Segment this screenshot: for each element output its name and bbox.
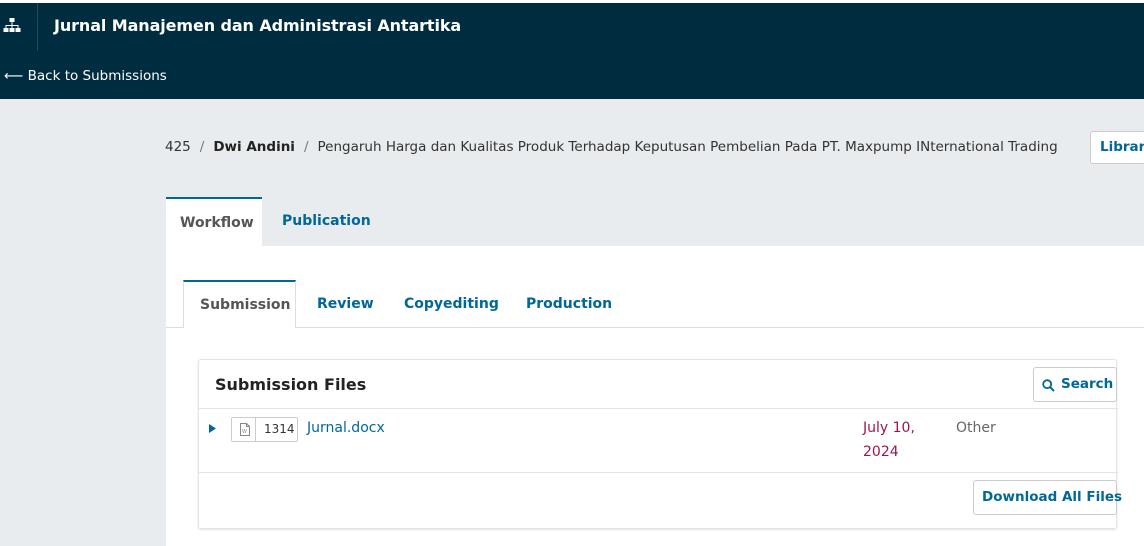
- header-divider: [199, 408, 1118, 409]
- file-id-badge: W 1314: [231, 417, 298, 442]
- caret-right-icon[interactable]: [209, 424, 216, 433]
- submission-author: Dwi Andini: [213, 139, 295, 155]
- svg-text:W: W: [242, 429, 247, 435]
- breadcrumb: 425 / Dwi Andini / Pengaruh Harga dan Kualit…: [165, 139, 1058, 155]
- file-date-line2: 2024: [863, 444, 899, 460]
- sitemap-icon: [3, 18, 21, 32]
- breadcrumb-separator: /: [303, 139, 309, 155]
- file-date-line1: July 10,: [863, 420, 915, 436]
- workflow-panel: Submission Review Copyediting Production…: [166, 246, 1144, 546]
- file-date: July 10, 2024: [863, 416, 923, 464]
- tab-workflow[interactable]: Workflow: [166, 197, 262, 247]
- footer-divider: [199, 472, 1118, 473]
- library-button[interactable]: Library: [1090, 131, 1144, 164]
- site-header: Jurnal Manajemen dan Administrasi Antart…: [0, 0, 1144, 99]
- subtab-copyediting[interactable]: Copyediting: [404, 296, 499, 312]
- submission-title: Pengaruh Harga dan Kualitas Produk Terha…: [317, 139, 1058, 155]
- search-button-label: Search: [1061, 376, 1114, 392]
- search-button[interactable]: Search: [1033, 367, 1117, 402]
- badge-divider: [255, 418, 256, 441]
- sub-tabs-divider: [166, 327, 1144, 328]
- file-type: Other: [956, 420, 996, 436]
- site-nav-toggle[interactable]: [0, 3, 38, 51]
- journal-title[interactable]: Jurnal Manajemen dan Administrasi Antart…: [54, 16, 461, 35]
- subtab-production[interactable]: Production: [526, 296, 612, 312]
- submission-files-panel: Submission Files Search W 1314 Jurnal.do…: [198, 359, 1122, 529]
- breadcrumb-separator: /: [199, 139, 205, 155]
- subtab-review[interactable]: Review: [317, 296, 374, 312]
- subtab-submission[interactable]: Submission: [183, 280, 296, 328]
- file-link[interactable]: Jurnal.docx: [307, 420, 385, 436]
- word-document-icon: W: [240, 423, 250, 436]
- tab-publication[interactable]: Publication: [282, 197, 371, 247]
- download-all-files-button[interactable]: Download All Files: [973, 480, 1122, 515]
- submission-id: 425: [165, 139, 191, 155]
- submission-files-title: Submission Files: [215, 375, 367, 394]
- search-icon: [1042, 379, 1055, 392]
- file-id: 1314: [264, 422, 295, 436]
- back-to-submissions-link[interactable]: ⟵ Back to Submissions: [4, 68, 167, 84]
